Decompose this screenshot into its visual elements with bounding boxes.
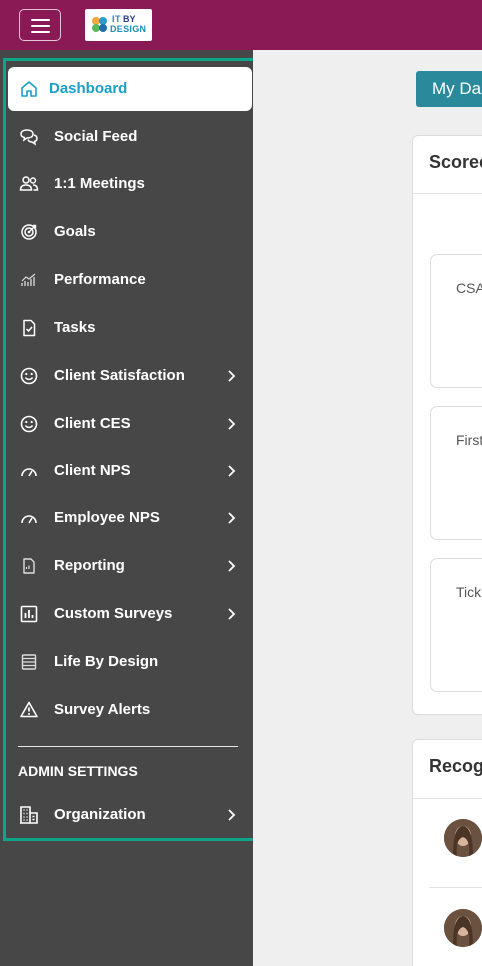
metric-label: First <box>456 432 482 448</box>
hamburger-line <box>31 19 50 21</box>
company-logo[interactable]: IT BY DESIGN <box>85 9 152 41</box>
card-title: Recog <box>429 756 482 776</box>
metric-label: CSA <box>456 280 482 296</box>
hamburger-menu-button[interactable] <box>19 9 61 41</box>
person-photo-icon <box>444 819 482 857</box>
metric-card-csat: CSA <box>430 254 482 388</box>
logo-text: IT <box>112 14 121 24</box>
avatar[interactable] <box>444 909 482 947</box>
avatar[interactable] <box>444 819 482 857</box>
card-divider <box>413 798 482 799</box>
tab-label: My Das <box>432 79 482 98</box>
person-photo-icon <box>444 909 482 947</box>
logo-text: BY <box>123 14 136 24</box>
main-content: My Das Scorec CSA First Tick Recog <box>253 50 482 966</box>
metric-card-first: First <box>430 406 482 540</box>
metric-card-tickets: Tick <box>430 558 482 692</box>
logo-mark-icon <box>92 17 107 32</box>
recognition-row-divider <box>429 887 482 888</box>
hamburger-line <box>31 25 50 27</box>
card-divider <box>413 193 482 194</box>
card-title: Scorec <box>429 152 482 172</box>
my-dashboard-tab[interactable]: My Das <box>416 71 482 107</box>
metric-label: Tick <box>456 584 482 600</box>
hamburger-line <box>31 31 50 33</box>
logo-text: DESIGN <box>110 24 147 34</box>
sidebar-highlight-frame <box>3 58 260 841</box>
top-bar: IT BY DESIGN <box>0 0 482 50</box>
